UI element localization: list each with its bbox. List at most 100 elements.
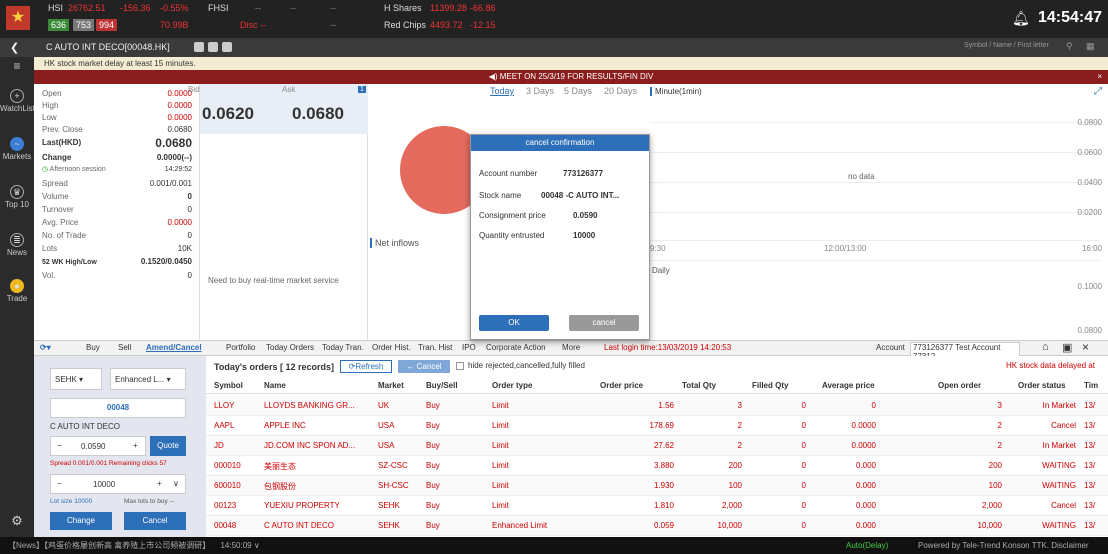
cancel-all-button[interactable]: ← Cancel (398, 360, 450, 373)
watch-icon[interactable] (194, 42, 204, 52)
no-data-label: no data (848, 172, 875, 181)
cell-market: SEHK (378, 521, 400, 530)
grid-line (650, 260, 1100, 261)
col-market: Market (378, 381, 404, 390)
star-logo-icon[interactable]: ★ (6, 6, 30, 30)
tab-today[interactable]: Today (490, 86, 514, 96)
minus-icon[interactable]: − (57, 479, 62, 488)
hsi-label: HSI (48, 3, 64, 13)
bottom-news-bar: 【News】【鸡蛋价格屡创新高 禽养殖上市公司频被调研】 14:50:09 ∨ … (0, 537, 1108, 554)
table-row[interactable]: 00123 YUEXIU PROPERTY SEHK Buy Limit 1.810 2,0… (206, 496, 1108, 516)
quote-button[interactable]: Quote (150, 436, 186, 456)
market-select[interactable]: SEHK ▾ (50, 368, 102, 390)
back-icon[interactable]: ❮ (10, 41, 19, 54)
change-button[interactable]: Change (50, 512, 112, 530)
turnover-label: Turnover (42, 205, 74, 214)
turnover-value: 0 (187, 205, 192, 214)
close-icon[interactable]: × (1082, 340, 1089, 354)
fhsi-change: -- (290, 3, 296, 13)
quote-lots: Lots 10K (42, 243, 192, 255)
meeting-notice-text: MEET ON 25/3/19 FOR RESULTS/FIN DIV (499, 72, 654, 81)
tab-20days[interactable]: 20 Days (604, 86, 637, 96)
hide-filled-checkbox[interactable] (456, 362, 464, 370)
session-value: 14:29:52 (164, 166, 192, 173)
tab-buy[interactable]: Buy (86, 343, 100, 352)
cell-avg: 0.0000 (851, 421, 876, 430)
order-type-select[interactable]: Enhanced L... ▾ (110, 368, 186, 390)
prev-close-label: Prev. Close (42, 125, 83, 134)
tab-amend-cancel[interactable]: Amend/Cancel (146, 343, 202, 352)
chevron-down-icon[interactable]: ∨ (254, 541, 260, 550)
max-lots: Max lots to buy -- (124, 498, 174, 505)
table-row[interactable]: AAPL APPLE INC USA Buy Limit 178.69 2 0 0.0000 2 C… (206, 416, 1108, 436)
tab-today-tran[interactable]: Today Tran. (322, 343, 364, 352)
chevron-down-icon[interactable]: ∨ (173, 479, 179, 488)
symbol-input[interactable]: 00048 (50, 398, 186, 418)
table-row[interactable]: LLOY LLOYDS BANKING GR... UK Buy Limit 1.56 3 0… (206, 396, 1108, 416)
dash-2: -- (330, 20, 336, 30)
expand-icon[interactable]: ⤢ (1094, 86, 1102, 97)
lock-icon[interactable]: ⌂ (1042, 341, 1049, 353)
grid-line (650, 240, 1100, 241)
nav-top10[interactable]: ♛ Top 10 (0, 185, 34, 209)
plus-icon[interactable]: + (133, 441, 138, 450)
cell-name: APPLE INC (264, 421, 306, 430)
minute-interval[interactable]: Minute(1min) (650, 87, 702, 96)
service-message: Need to buy real-time market service (208, 276, 339, 285)
symbol-search-input[interactable]: Symbol / Name / First letter (964, 42, 1049, 49)
nav-watchlist[interactable]: + WatchList (0, 89, 35, 113)
trade-shortcut-icon[interactable] (222, 42, 232, 52)
trade-menu-icon[interactable]: ⟳▾ (40, 343, 51, 352)
nav-markets[interactable]: ~ Markets (0, 137, 34, 161)
price-stepper[interactable]: − 0.0590 + (50, 436, 146, 456)
tab-5days[interactable]: 5 Days (564, 86, 592, 96)
search-icon[interactable]: ⚲ (1066, 41, 1073, 52)
refresh-button[interactable]: ⟳Refresh (340, 360, 392, 373)
grid-line (650, 152, 1100, 153)
tab-today-orders[interactable]: Today Orders (266, 343, 314, 352)
cell-avg: 0 (871, 401, 876, 410)
tab-order-hist[interactable]: Order Hist. (372, 343, 411, 352)
table-row[interactable]: 00048 C AUTO INT DECO SEHK Buy Enhanced Limi… (206, 516, 1108, 536)
y-tick: 0.0200 (1077, 208, 1102, 217)
close-notice-icon[interactable]: × (1097, 70, 1102, 84)
table-row[interactable]: 600010 包钢股份 SH-CSC Buy Limit 1.930 100 0 0.000 10… (206, 476, 1108, 496)
tab-ipo[interactable]: IPO (462, 343, 476, 352)
plus-icon[interactable]: + (157, 479, 162, 488)
alert-icon[interactable] (208, 42, 218, 52)
menu-icon[interactable]: ≡ (0, 59, 34, 73)
table-row[interactable]: JD JD.COM INC SPON AD... USA Buy Limit 27.62 2… (206, 436, 1108, 456)
last-login: Last login time:13/03/2019 14:20:53 (604, 343, 732, 352)
arrow-left-icon: ← (406, 362, 415, 371)
grid-menu-icon[interactable]: ▦ (1086, 41, 1095, 52)
tab-more[interactable]: More (562, 343, 580, 352)
tab-corporate-action[interactable]: Corporate Action (486, 343, 546, 352)
cell-status: In Market (1042, 441, 1076, 450)
dialog-cancel-button[interactable]: cancel (569, 315, 639, 331)
tab-sell[interactable]: Sell (118, 343, 131, 352)
nav-news[interactable]: ≣ News (0, 233, 34, 257)
price-value[interactable]: 0.0590 (81, 442, 105, 451)
tab-tran-hist[interactable]: Tran. Hist (418, 343, 452, 352)
trades-label: No. of Trade (42, 231, 87, 240)
table-row[interactable]: 000010 美丽生态 SZ-CSC Buy Limit 3.880 200 0 0.000 20… (206, 456, 1108, 476)
ok-button[interactable]: OK (479, 315, 549, 331)
settings-icon[interactable]: ⚙ (0, 513, 34, 529)
wk52-value: 0.1520/0.0450 (140, 257, 192, 266)
fhsi-value: -- (255, 3, 261, 13)
nav-markets-label: Markets (2, 152, 32, 161)
bell-icon[interactable]: 🔔︎ (1012, 10, 1030, 27)
account-label: Account (876, 343, 905, 352)
cancel-order-button[interactable]: Cancel (124, 512, 186, 530)
cell-time: 13/ (1084, 401, 1096, 410)
qty-stepper[interactable]: − 10000 + ∨ (50, 474, 186, 494)
window-icon[interactable]: ▣ (1062, 341, 1072, 354)
tab-3days[interactable]: 3 Days (526, 86, 554, 96)
nav-trade[interactable]: ● Trade (0, 279, 34, 303)
net-inflows-label: Net inflows (370, 238, 419, 248)
news-ticker[interactable]: 【News】【鸡蛋价格屡创新高 禽养殖上市公司频被调研】 (8, 541, 210, 550)
tab-portfolio[interactable]: Portfolio (226, 343, 255, 352)
minus-icon[interactable]: − (57, 441, 62, 450)
qty-value[interactable]: 10000 (93, 480, 115, 489)
cell-status: WAITING (1042, 461, 1076, 470)
